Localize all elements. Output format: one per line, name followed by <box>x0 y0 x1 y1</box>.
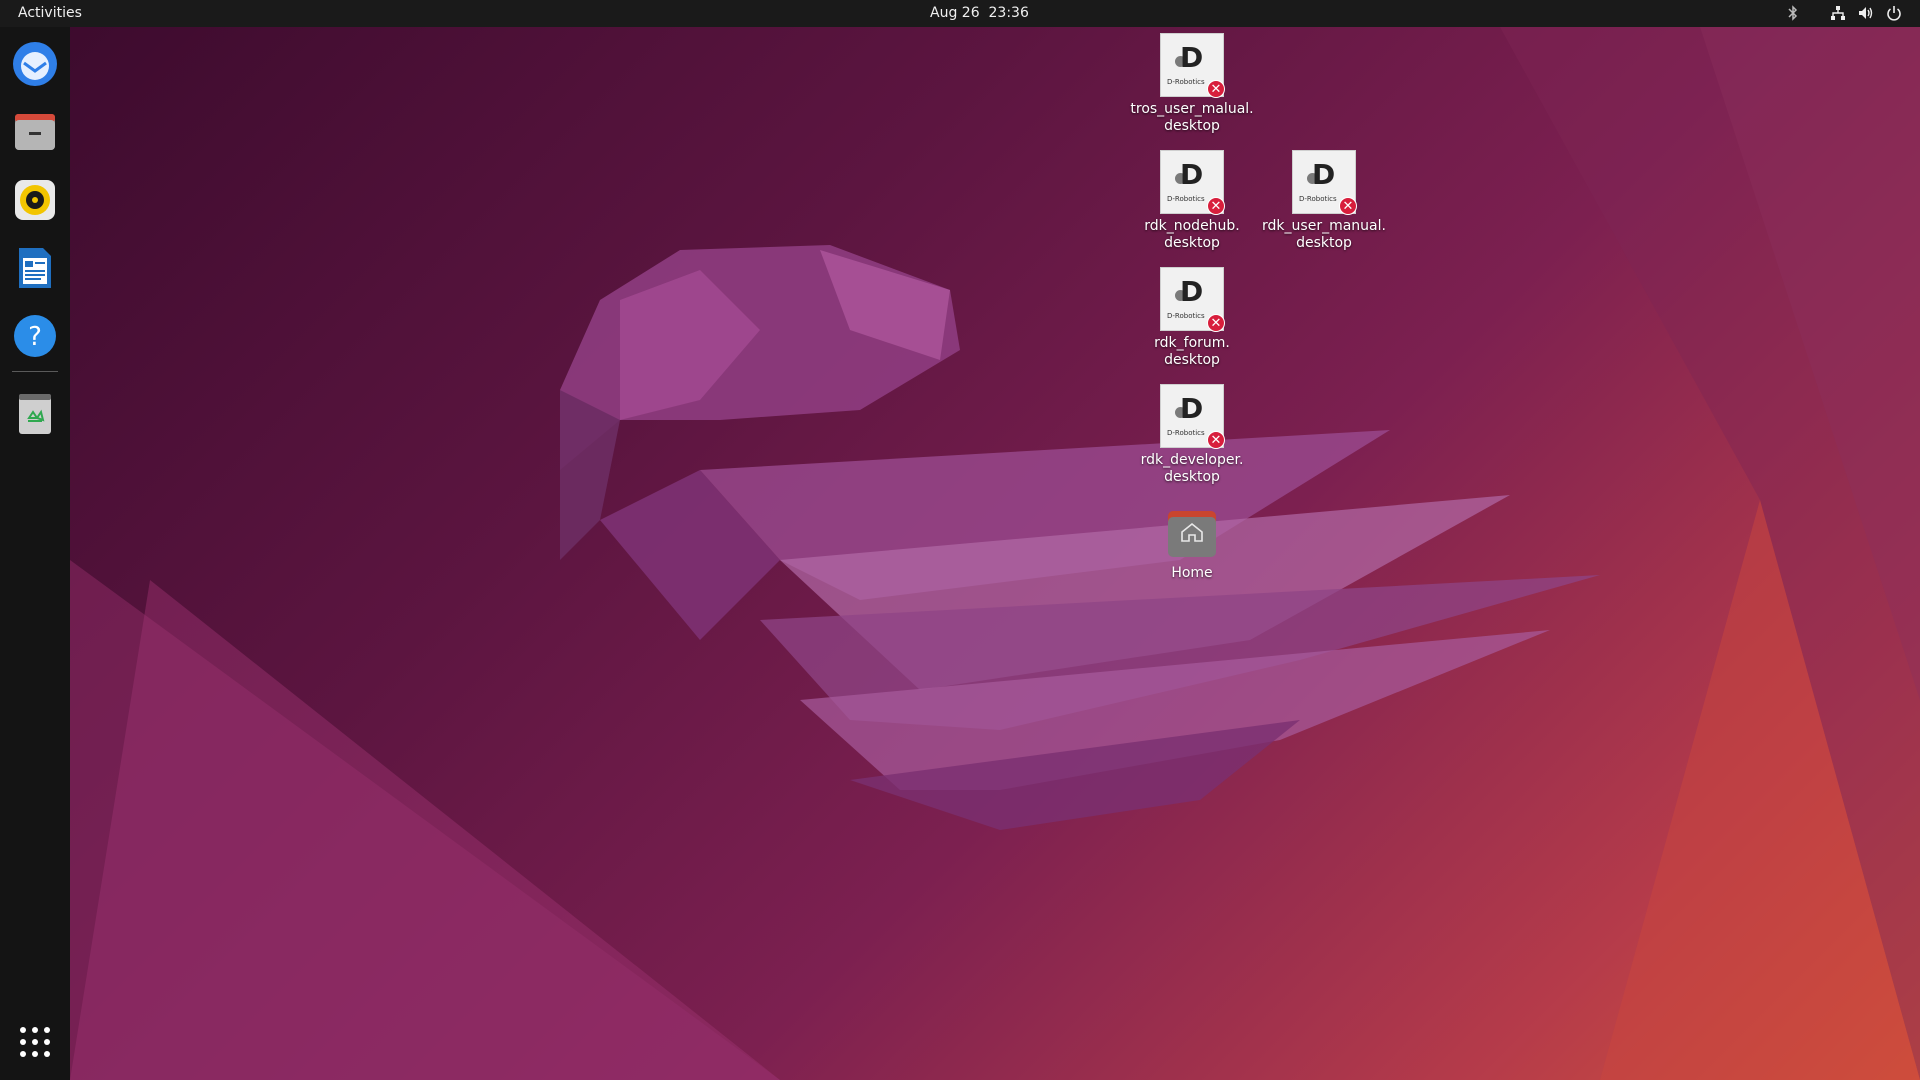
error-badge-icon: ✕ <box>1339 197 1357 215</box>
desktop-home-folder[interactable]: Home <box>1127 505 1257 582</box>
icon-label: rdk_forum. desktop <box>1154 335 1230 368</box>
show-applications-icon[interactable] <box>8 1015 62 1069</box>
trash-icon[interactable] <box>8 385 62 439</box>
logo-letter: D <box>1312 158 1336 191</box>
error-badge-icon: ✕ <box>1207 80 1225 98</box>
bluetooth-icon[interactable] <box>1784 4 1802 22</box>
dock: ? <box>0 27 70 1080</box>
d-robotics-logo-icon: D D-Robotics ✕ <box>1292 150 1357 215</box>
icon-label: rdk_developer. desktop <box>1140 452 1244 485</box>
logo-letter: D <box>1180 158 1204 191</box>
d-robotics-logo-icon: D D-Robotics ✕ <box>1160 33 1225 98</box>
svg-text:?: ? <box>28 322 42 352</box>
d-robotics-logo-icon: D D-Robotics ✕ <box>1160 384 1225 449</box>
d-robotics-logo-icon: D D-Robotics ✕ <box>1160 267 1225 332</box>
error-badge-icon: ✕ <box>1207 197 1225 215</box>
writer-icon[interactable] <box>8 241 62 295</box>
network-icon[interactable] <box>1829 4 1847 22</box>
dock-separator <box>12 371 58 372</box>
volume-icon[interactable] <box>1857 4 1875 22</box>
desktop-file-rdk-nodehub[interactable]: D D-Robotics ✕ rdk_nodehub. desktop <box>1127 150 1257 252</box>
desktop-wallpaper <box>0 0 1920 1080</box>
desktop-file-rdk-forum[interactable]: D D-Robotics ✕ rdk_forum. desktop <box>1127 267 1257 369</box>
error-badge-icon: ✕ <box>1207 314 1225 332</box>
desktop-file-rdk-developer[interactable]: D D-Robotics ✕ rdk_developer. desktop <box>1127 384 1257 486</box>
help-icon[interactable]: ? <box>8 309 62 363</box>
icon-label: tros_user_malual. desktop <box>1130 101 1254 134</box>
wallpaper-art <box>70 27 1920 1080</box>
desktop-file-rdk-user-manual[interactable]: D D-Robotics ✕ rdk_user_manual. desktop <box>1259 150 1389 252</box>
activities-button[interactable]: Activities <box>10 0 90 27</box>
desktop-file-tros-user-malual[interactable]: D D-Robotics ✕ tros_user_malual. desktop <box>1127 33 1257 135</box>
icon-label: rdk_nodehub. desktop <box>1144 218 1240 251</box>
icon-label: rdk_user_manual. desktop <box>1262 218 1386 251</box>
logo-letter: D <box>1180 41 1204 74</box>
logo-letter: D <box>1180 275 1204 308</box>
error-badge-icon: ✕ <box>1207 431 1225 449</box>
files-icon[interactable] <box>8 105 62 159</box>
home-label: Home <box>1171 565 1213 581</box>
top-bar: Activities Aug 26 23:36 <box>0 0 1920 27</box>
thunderbird-icon[interactable] <box>8 37 62 91</box>
d-robotics-logo-icon: D D-Robotics ✕ <box>1160 150 1225 215</box>
logo-letter: D <box>1180 392 1204 425</box>
rhythmbox-icon[interactable] <box>8 173 62 227</box>
power-icon[interactable] <box>1885 4 1903 22</box>
home-folder-icon <box>1168 511 1216 557</box>
clock[interactable]: Aug 26 23:36 <box>930 0 1029 27</box>
